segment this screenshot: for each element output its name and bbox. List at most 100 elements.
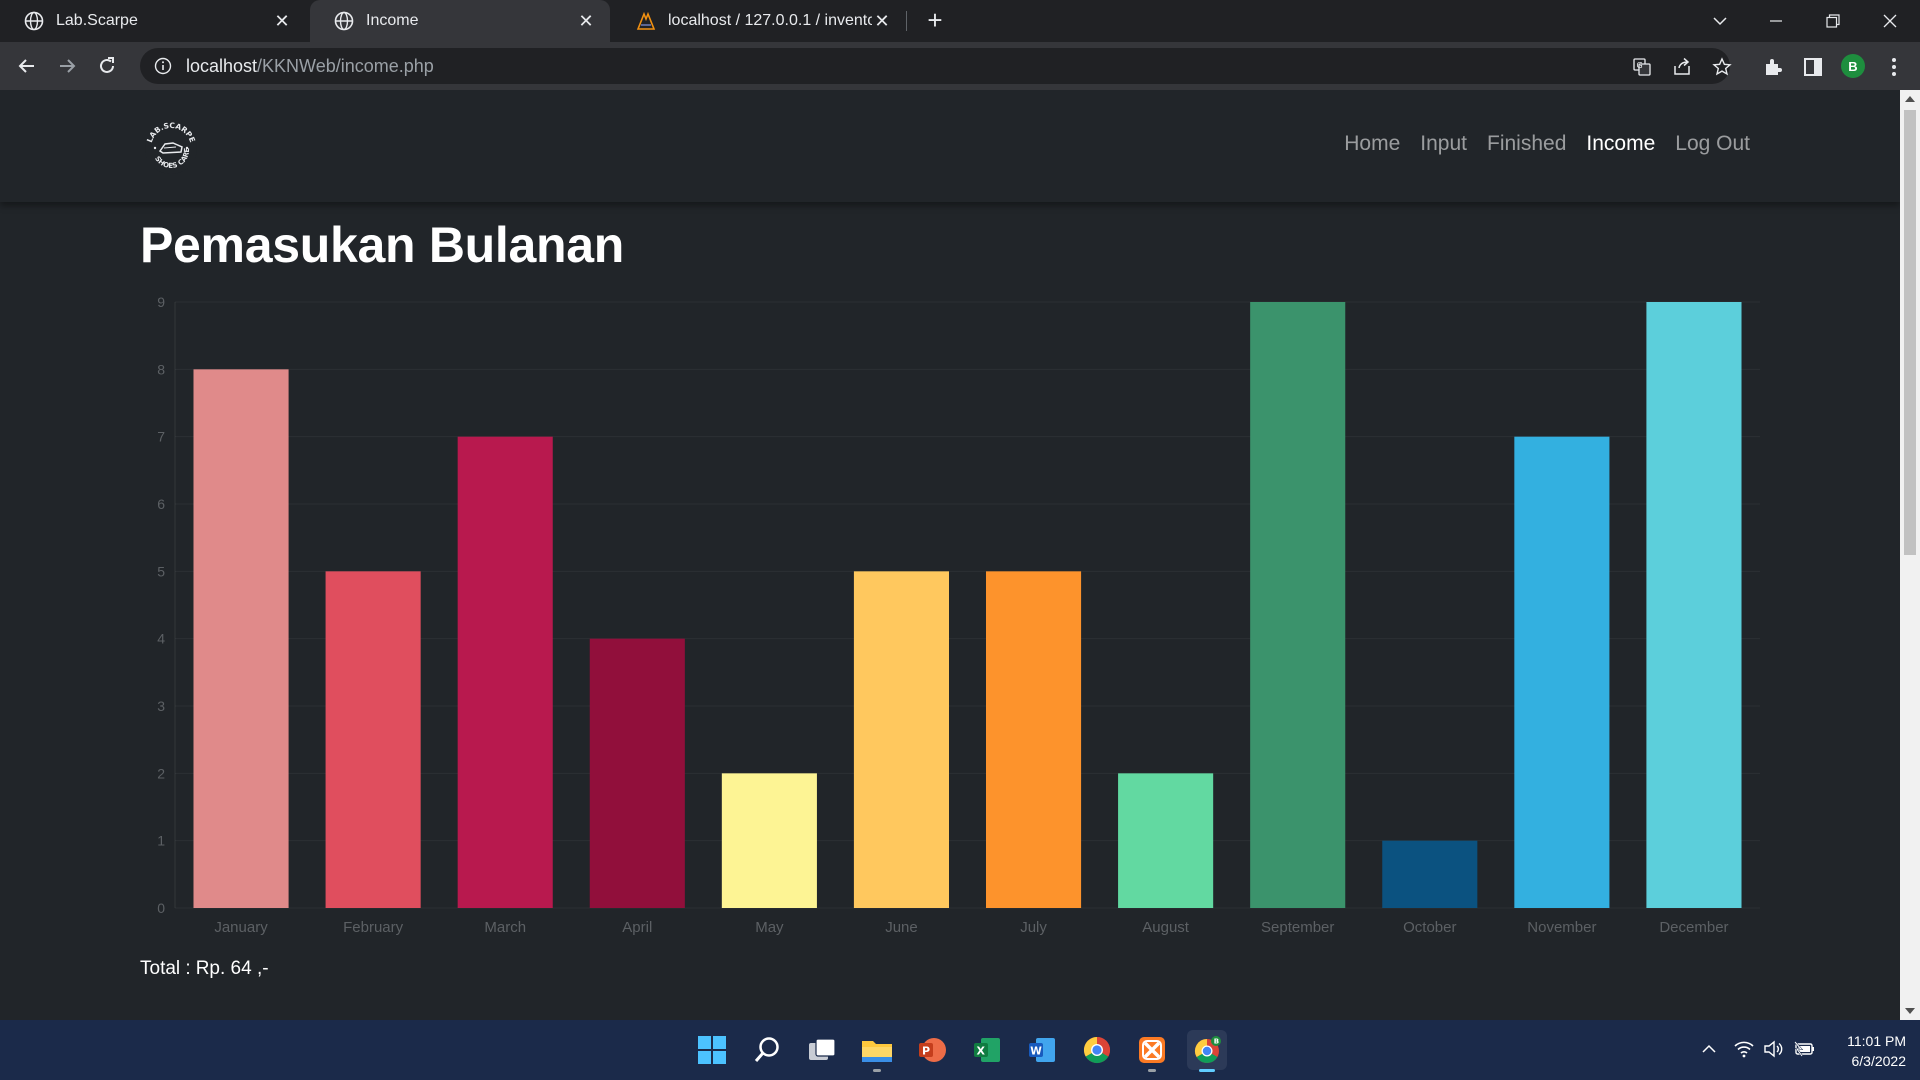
- nav-links: Home Input Finished Income Log Out: [1344, 132, 1750, 156]
- wifi-icon[interactable]: [1733, 1038, 1755, 1060]
- browser-tabstrip: Lab.Scarpe ✕ Income ✕ localhost / 127.0.…: [0, 0, 1920, 42]
- minimize-icon[interactable]: [1748, 0, 1804, 42]
- clock-date: 6/3/2022: [1851, 1053, 1907, 1069]
- scroll-down-icon[interactable]: [1905, 1008, 1915, 1014]
- xampp-icon[interactable]: [1132, 1030, 1172, 1072]
- svg-text:X: X: [977, 1045, 986, 1058]
- total-value: Rp. 64 ,-: [195, 958, 269, 979]
- svg-text:W: W: [1030, 1046, 1042, 1058]
- bar: [721, 773, 817, 908]
- tab-title: Lab.Scarpe: [56, 12, 138, 29]
- battery-icon[interactable]: [1793, 1038, 1815, 1060]
- x-tick-label: February: [343, 919, 404, 936]
- y-tick-label: 5: [157, 563, 165, 579]
- show-hidden-icons-icon[interactable]: [1698, 1038, 1720, 1060]
- scroll-up-icon[interactable]: [1905, 96, 1915, 102]
- x-tick-label: January: [214, 919, 268, 936]
- share-icon[interactable]: [1672, 57, 1692, 77]
- tab-separator: [906, 11, 907, 31]
- system-clock[interactable]: 11:01 PM 6/3/2022: [1826, 1031, 1906, 1071]
- y-tick-label: 9: [157, 294, 165, 310]
- word-icon[interactable]: W: [1022, 1030, 1062, 1070]
- browser-toolbar: localhost/KKNWeb/income.php G B: [0, 42, 1920, 90]
- close-tab-icon[interactable]: ✕: [872, 11, 892, 31]
- tab-phpmyadmin[interactable]: localhost / 127.0.0.1 / inventory / ✕: [612, 0, 906, 42]
- volume-icon[interactable]: [1762, 1038, 1784, 1060]
- bookmark-star-icon[interactable]: [1712, 57, 1732, 77]
- page-scrollbar[interactable]: [1900, 90, 1920, 1020]
- globe-icon: [334, 11, 354, 31]
- y-tick-label: 0: [157, 900, 165, 916]
- x-tick-label: September: [1261, 919, 1334, 936]
- bar: [325, 571, 421, 908]
- y-tick-label: 2: [157, 765, 165, 781]
- tab-income[interactable]: Income ✕: [310, 0, 610, 42]
- search-icon[interactable]: [747, 1030, 787, 1070]
- close-window-icon[interactable]: [1862, 0, 1918, 42]
- x-tick-label: May: [755, 919, 784, 936]
- nav-input[interactable]: Input: [1420, 132, 1467, 156]
- y-tick-label: 1: [157, 833, 165, 849]
- close-tab-icon[interactable]: ✕: [576, 11, 596, 31]
- nav-home[interactable]: Home: [1344, 132, 1400, 156]
- profile-avatar[interactable]: B: [1841, 54, 1865, 78]
- bar: [1646, 302, 1742, 908]
- translate-icon[interactable]: G: [1632, 57, 1652, 77]
- bar: [1118, 773, 1214, 908]
- x-tick-label: March: [484, 919, 526, 936]
- url-path: /KKNWeb/income.php: [257, 55, 434, 76]
- x-tick-label: July: [1020, 919, 1047, 936]
- start-icon[interactable]: [692, 1030, 732, 1070]
- total-income: Total : Rp. 64 ,-: [140, 958, 274, 980]
- bar: [589, 638, 685, 908]
- total-label: Total :: [140, 958, 191, 979]
- reload-icon[interactable]: [91, 50, 123, 82]
- brand-logo[interactable]: LAB.SCARPE SHOES CARE: [143, 120, 199, 176]
- side-panel-icon[interactable]: [1802, 56, 1824, 78]
- address-bar[interactable]: localhost/KKNWeb/income.php G: [140, 48, 1732, 84]
- new-tab-button[interactable]: +: [922, 7, 948, 34]
- tab-title: localhost / 127.0.0.1 / inventory /: [668, 12, 872, 29]
- x-tick-label: August: [1142, 919, 1190, 936]
- bar: [985, 571, 1082, 908]
- y-tick-label: 3: [157, 698, 165, 714]
- file-explorer-icon[interactable]: [857, 1030, 897, 1072]
- site-info-icon[interactable]: [154, 57, 172, 75]
- powerpoint-icon[interactable]: P: [912, 1030, 952, 1070]
- scrollbar-thumb[interactable]: [1904, 110, 1916, 555]
- y-tick-label: 7: [157, 429, 165, 445]
- bar: [853, 571, 950, 908]
- bar: [1250, 302, 1346, 908]
- phpmyadmin-icon: [636, 11, 656, 31]
- restore-icon[interactable]: [1805, 0, 1861, 42]
- chrome-icon[interactable]: [1077, 1030, 1117, 1070]
- excel-icon[interactable]: X: [967, 1030, 1007, 1070]
- running-indicator: [1199, 1069, 1215, 1072]
- bar: [1382, 840, 1478, 908]
- forward-icon[interactable]: [51, 50, 83, 82]
- x-tick-label: April: [622, 919, 652, 936]
- extensions-icon[interactable]: [1762, 56, 1784, 78]
- back-icon[interactable]: [11, 50, 43, 82]
- x-tick-label: October: [1403, 919, 1456, 936]
- tab-search-icon[interactable]: [1692, 0, 1748, 42]
- globe-icon: [24, 11, 44, 31]
- svg-text:P: P: [922, 1045, 930, 1058]
- nav-finished[interactable]: Finished: [1487, 132, 1566, 156]
- y-tick-label: 6: [157, 496, 165, 512]
- taskbar: P X W B 11:01 PM 6/3/2022: [0, 1020, 1920, 1080]
- task-view-icon[interactable]: [802, 1030, 842, 1070]
- chrome-profile-icon[interactable]: B: [1187, 1030, 1227, 1072]
- tab-lab-scarpe[interactable]: Lab.Scarpe ✕: [0, 0, 306, 42]
- menu-kebab-icon[interactable]: [1883, 56, 1905, 78]
- x-tick-label: June: [885, 919, 918, 936]
- bar: [193, 369, 289, 908]
- close-tab-icon[interactable]: ✕: [272, 11, 292, 31]
- nav-income[interactable]: Income: [1586, 132, 1655, 156]
- site-navbar: LAB.SCARPE SHOES CARE Home Input Finishe…: [0, 90, 1900, 202]
- svg-text:G: G: [1637, 61, 1643, 70]
- nav-logout[interactable]: Log Out: [1675, 132, 1750, 156]
- y-tick-label: 8: [157, 361, 165, 377]
- running-indicator: [873, 1069, 881, 1072]
- x-tick-label: December: [1659, 919, 1728, 936]
